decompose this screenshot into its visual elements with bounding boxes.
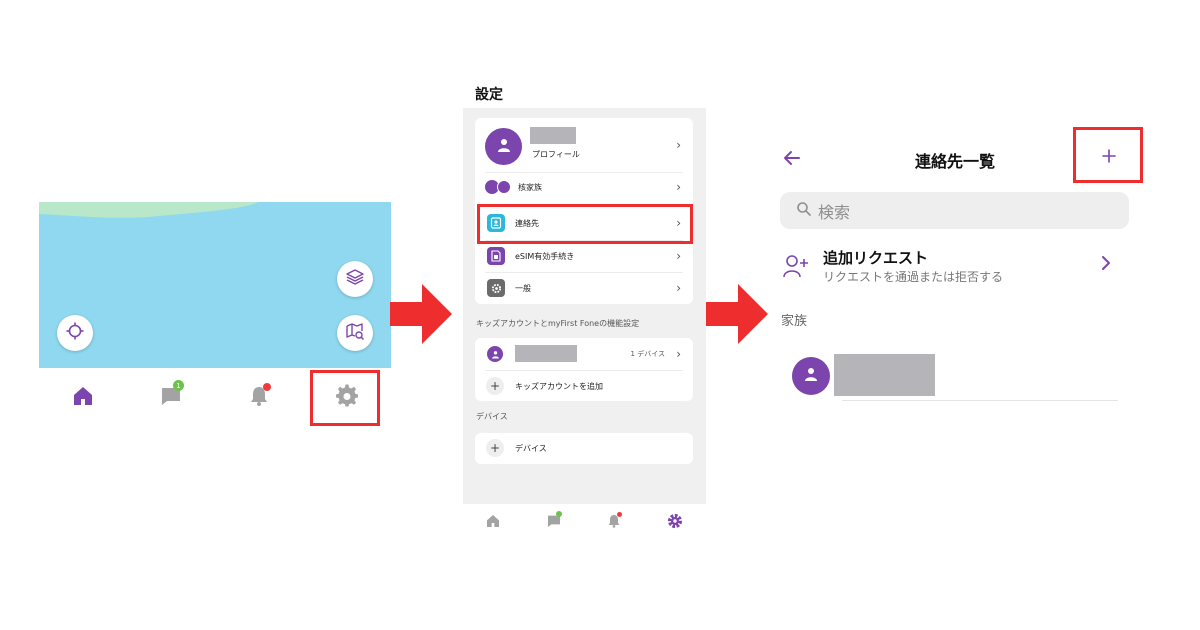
search-placeholder: 検索	[818, 202, 851, 222]
chat-badge-dot	[556, 511, 562, 517]
add-request-title: 追加リクエスト	[823, 249, 929, 267]
nuclear-family-row[interactable]: 核家族 ›	[475, 172, 693, 202]
kids-card: 1 デバイス › + キッズアカウントを追加	[475, 338, 693, 401]
search-input[interactable]: 検索	[780, 192, 1129, 229]
home-tab[interactable]	[484, 514, 502, 532]
avatar	[485, 128, 522, 165]
general-row[interactable]: 一般 ›	[475, 273, 693, 303]
section-title: キッズアカウントとmyFirst Foneの機能設定	[476, 319, 640, 328]
device-count: 1 デバイス	[630, 350, 665, 358]
add-device-row[interactable]: + デバイス	[475, 433, 693, 464]
chat-badge: 1	[173, 380, 184, 391]
redacted-name	[515, 345, 577, 362]
divider	[842, 400, 1118, 401]
add-kid-row[interactable]: + キッズアカウントを追加	[475, 371, 693, 401]
section-title: 家族	[781, 314, 808, 329]
chat-tab[interactable]	[545, 511, 563, 532]
layers-icon	[345, 267, 365, 291]
locate-button[interactable]	[57, 315, 93, 351]
layers-button[interactable]	[337, 261, 373, 297]
back-button[interactable]	[781, 147, 803, 169]
arrow-left-icon	[781, 151, 803, 173]
chevron-right-icon: ›	[676, 180, 681, 194]
chevron-right-icon: ›	[676, 138, 681, 152]
profile-label: プロフィール	[532, 150, 580, 159]
settings-highlight-box	[310, 370, 380, 426]
crosshair-icon	[65, 321, 85, 345]
gear-icon	[667, 513, 683, 533]
map-search-button[interactable]	[337, 315, 373, 351]
map-view[interactable]	[39, 202, 391, 368]
notification-dot	[263, 383, 271, 391]
map-search-icon	[345, 321, 365, 345]
family-avatars	[485, 180, 513, 194]
add-user-icon	[782, 253, 810, 283]
sim-card-icon	[487, 247, 505, 265]
chevron-right-icon: ›	[676, 249, 681, 263]
add-request-row[interactable]: 追加リクエスト リクエストを通過または拒否する	[780, 244, 1129, 288]
redacted-name	[834, 354, 935, 396]
chevron-right-icon	[1100, 254, 1112, 276]
row-label: 一般	[515, 284, 531, 293]
avatar	[792, 357, 830, 395]
notifications-tab[interactable]	[605, 512, 623, 532]
notification-dot	[617, 512, 622, 517]
add-highlight-box	[1073, 127, 1143, 183]
next-step-arrow	[390, 284, 452, 344]
row-label: 核家族	[518, 183, 542, 192]
home-icon	[71, 384, 95, 412]
row-label: キッズアカウントを追加	[515, 382, 603, 391]
home-icon	[485, 513, 501, 533]
section-title: デバイス	[476, 412, 508, 421]
bottom-nav	[463, 504, 706, 542]
home-tab[interactable]	[69, 384, 97, 412]
avatar	[497, 180, 511, 194]
kid-account-row[interactable]: 1 デバイス ›	[475, 338, 693, 370]
esim-row[interactable]: eSIM有効手続き ›	[475, 241, 693, 271]
contact-list-item[interactable]	[780, 350, 1120, 402]
chevron-right-icon: ›	[676, 347, 681, 361]
chevron-right-icon: ›	[676, 281, 681, 295]
avatar	[487, 346, 503, 362]
page-title: 設定	[475, 87, 503, 103]
plus-icon: +	[486, 439, 504, 457]
page-title: 連絡先一覧	[914, 152, 995, 171]
redacted-name	[530, 127, 576, 144]
gear-icon	[487, 279, 505, 297]
profile-row[interactable]: プロフィール ›	[475, 118, 693, 172]
settings-tab[interactable]	[666, 513, 684, 533]
search-icon	[796, 201, 812, 221]
notifications-tab[interactable]	[245, 383, 273, 412]
chat-tab[interactable]: 1	[157, 380, 185, 412]
person-icon	[496, 137, 512, 157]
row-label: eSIM有効手続き	[515, 252, 575, 261]
add-request-subtitle: リクエストを通過または拒否する	[823, 270, 1004, 284]
next-step-arrow	[706, 284, 768, 344]
contacts-highlight-box	[477, 204, 693, 244]
device-card: + デバイス	[475, 433, 693, 464]
row-label: デバイス	[515, 444, 547, 453]
person-icon	[803, 366, 819, 386]
plus-icon: +	[486, 377, 504, 395]
